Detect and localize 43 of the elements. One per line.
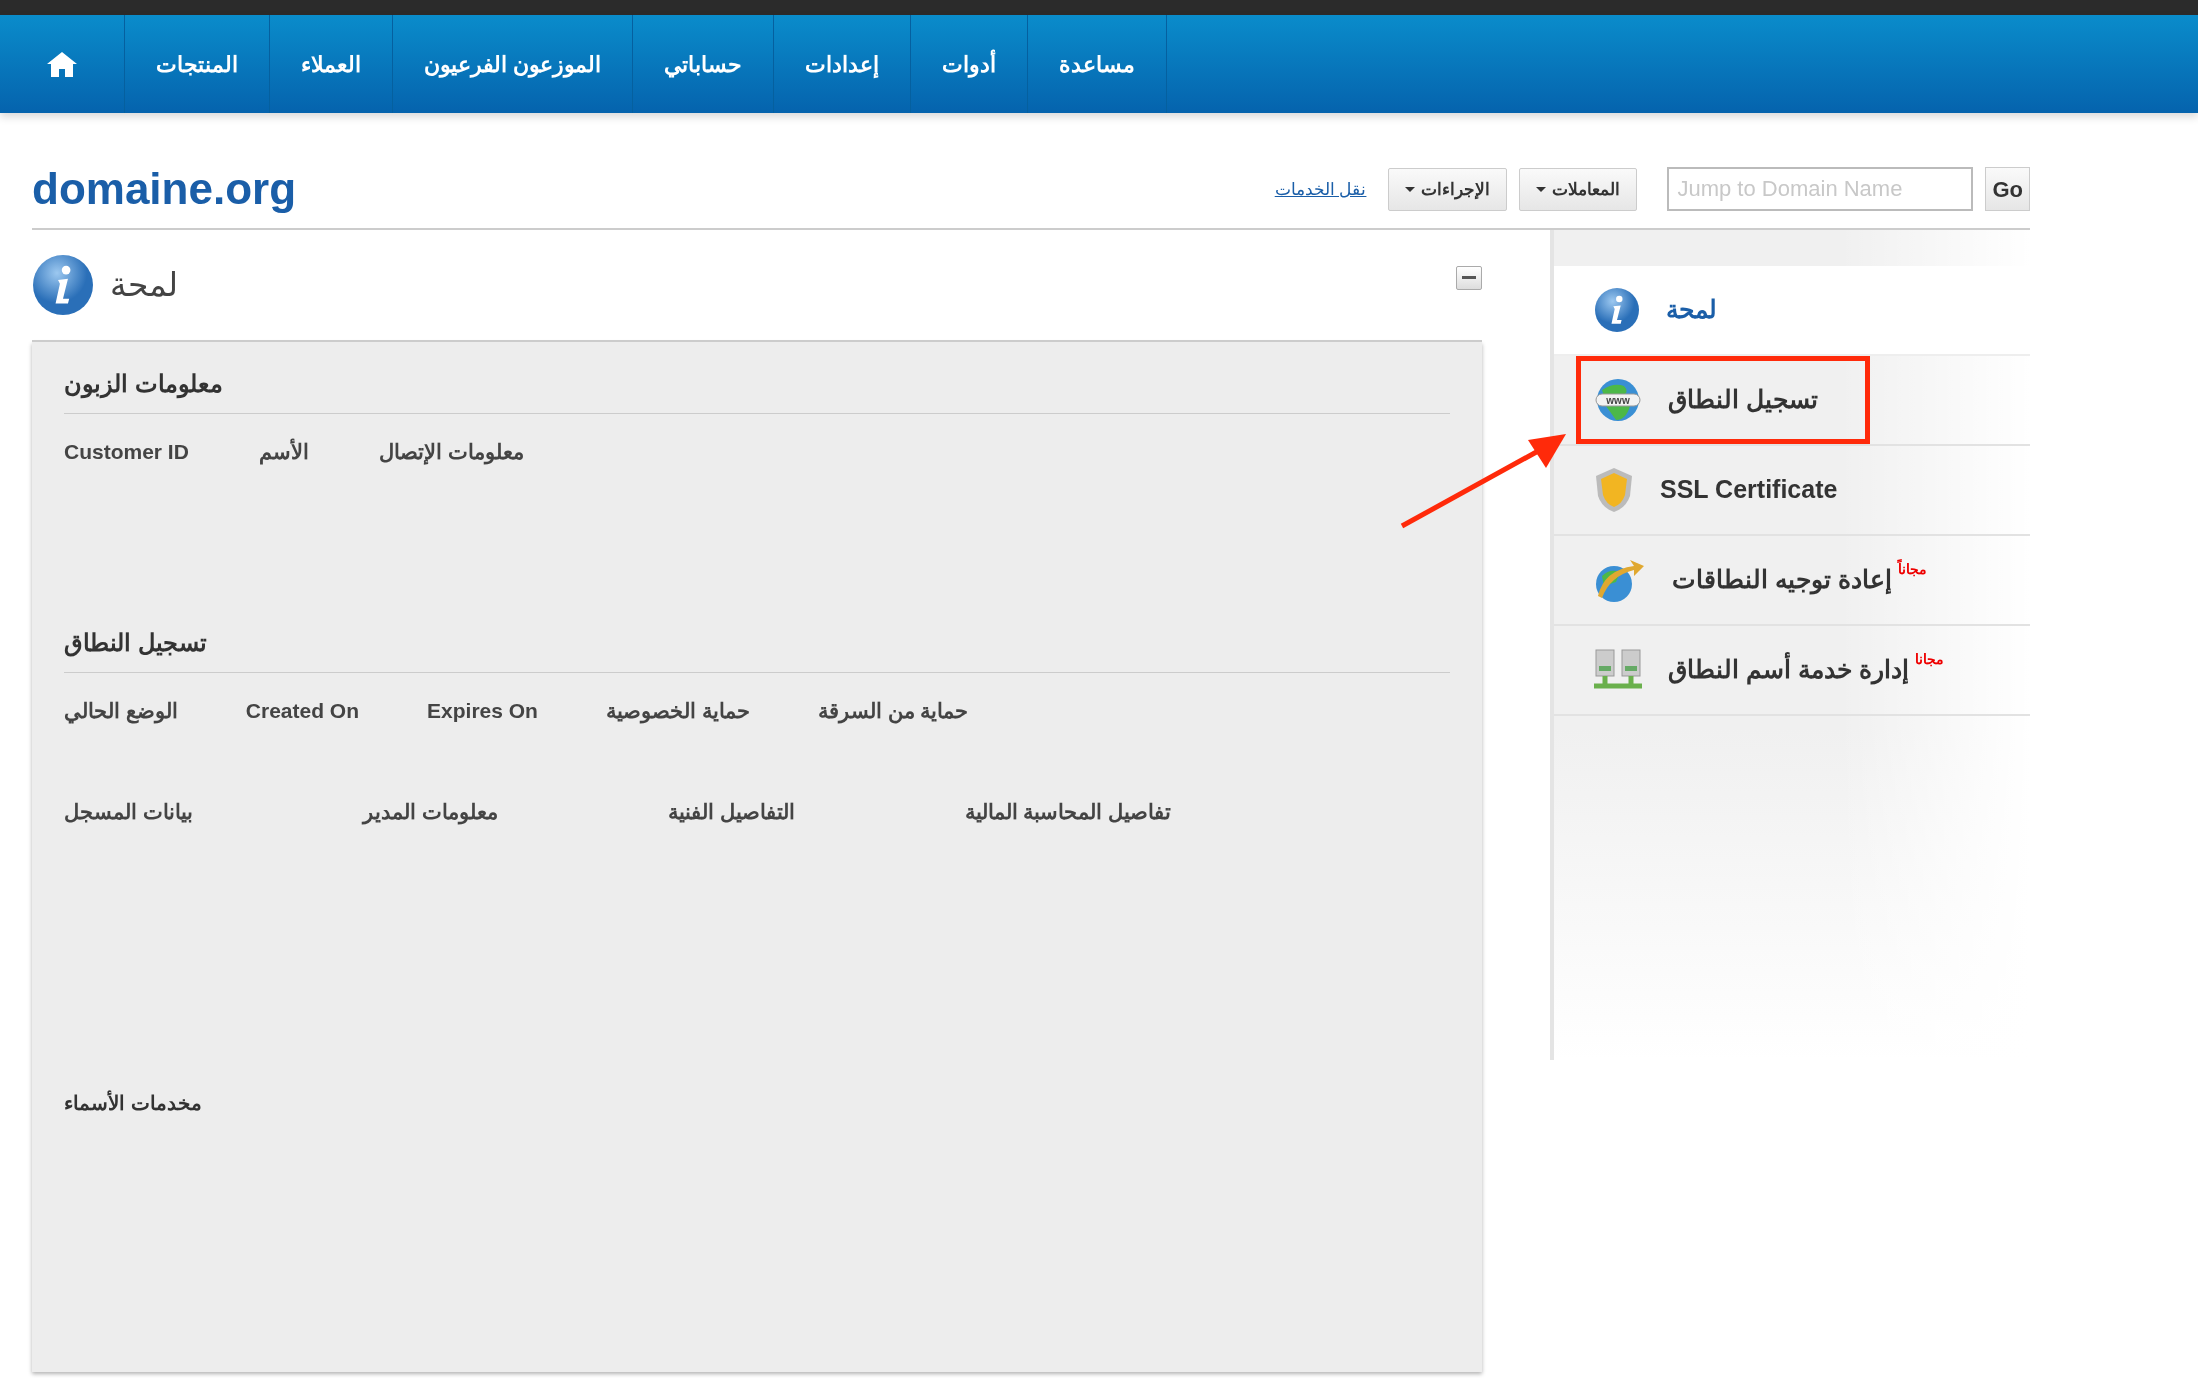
free-label: مجانا (1914, 649, 1944, 669)
home-icon (45, 49, 79, 79)
field-label: معلومات الإتصال (378, 438, 524, 467)
sidebar-item[interactable]: إعادة توجيه النطاقات مجاناً (1554, 535, 2030, 626)
collapse-button[interactable] (1456, 265, 1482, 290)
section-label: مخدمات الأسماء (64, 1089, 203, 1116)
transfer-services-link[interactable]: نقل الخدمات (1274, 176, 1367, 203)
field-label: تفاصيل المحاسبة المالية (964, 799, 1172, 826)
servers-icon (1594, 647, 1642, 692)
nav-menu-item[interactable]: إعدادات (774, 15, 912, 113)
nav-menu-item[interactable]: حساباتي (633, 15, 775, 113)
dropdown-button[interactable]: الإجراءات (1388, 167, 1508, 212)
info-icon (32, 253, 94, 316)
nav-menu-item[interactable]: المنتجات (125, 15, 270, 113)
shield-icon (1594, 465, 1634, 514)
field-label: Created On (245, 697, 360, 724)
sidebar-item[interactable]: SSL Certificate (1554, 445, 2030, 536)
sidebar-item[interactable]: لمحة (1554, 265, 2030, 356)
caret-icon (1405, 186, 1416, 192)
field-label: التفاصيل الفنية (667, 799, 795, 826)
nav-menu-item[interactable]: أدوات (911, 15, 1029, 113)
field-label: Customer ID (64, 438, 189, 465)
field-label: معلومات المدير (362, 799, 498, 827)
free-label: مجاناً (1897, 558, 1927, 579)
field-label: Expires On (427, 697, 538, 724)
section-heading: معلومات الزبون (64, 369, 1450, 414)
section-heading: تسجيل النطاق (64, 629, 1450, 673)
field-label: بيانات المسجل (64, 799, 193, 826)
info-icon (1594, 286, 1640, 333)
panel-title: لمحة (110, 265, 178, 305)
field-label: حماية الخصوصية (605, 697, 750, 726)
caret-icon (1536, 186, 1547, 192)
nav-menu-item[interactable]: العملاء (270, 15, 393, 113)
nav-menu-item[interactable]: مساعدة (1028, 15, 1168, 113)
field-label: الوضع الحالي (64, 697, 178, 726)
go-button[interactable]: Go (1985, 167, 2030, 212)
sidebar-item[interactable]: إدارة خدمة أسم النطاق مجانا (1554, 625, 2030, 716)
domain-title: domaine.org (32, 163, 297, 215)
nav-menu-item[interactable]: الموزعون الفرعيون (393, 15, 634, 113)
field-label: حماية من السرقة (817, 697, 969, 726)
dropdown-button[interactable]: المعاملات (1519, 167, 1638, 212)
minus-icon (1462, 276, 1476, 280)
field-label: الأسم (258, 437, 309, 467)
